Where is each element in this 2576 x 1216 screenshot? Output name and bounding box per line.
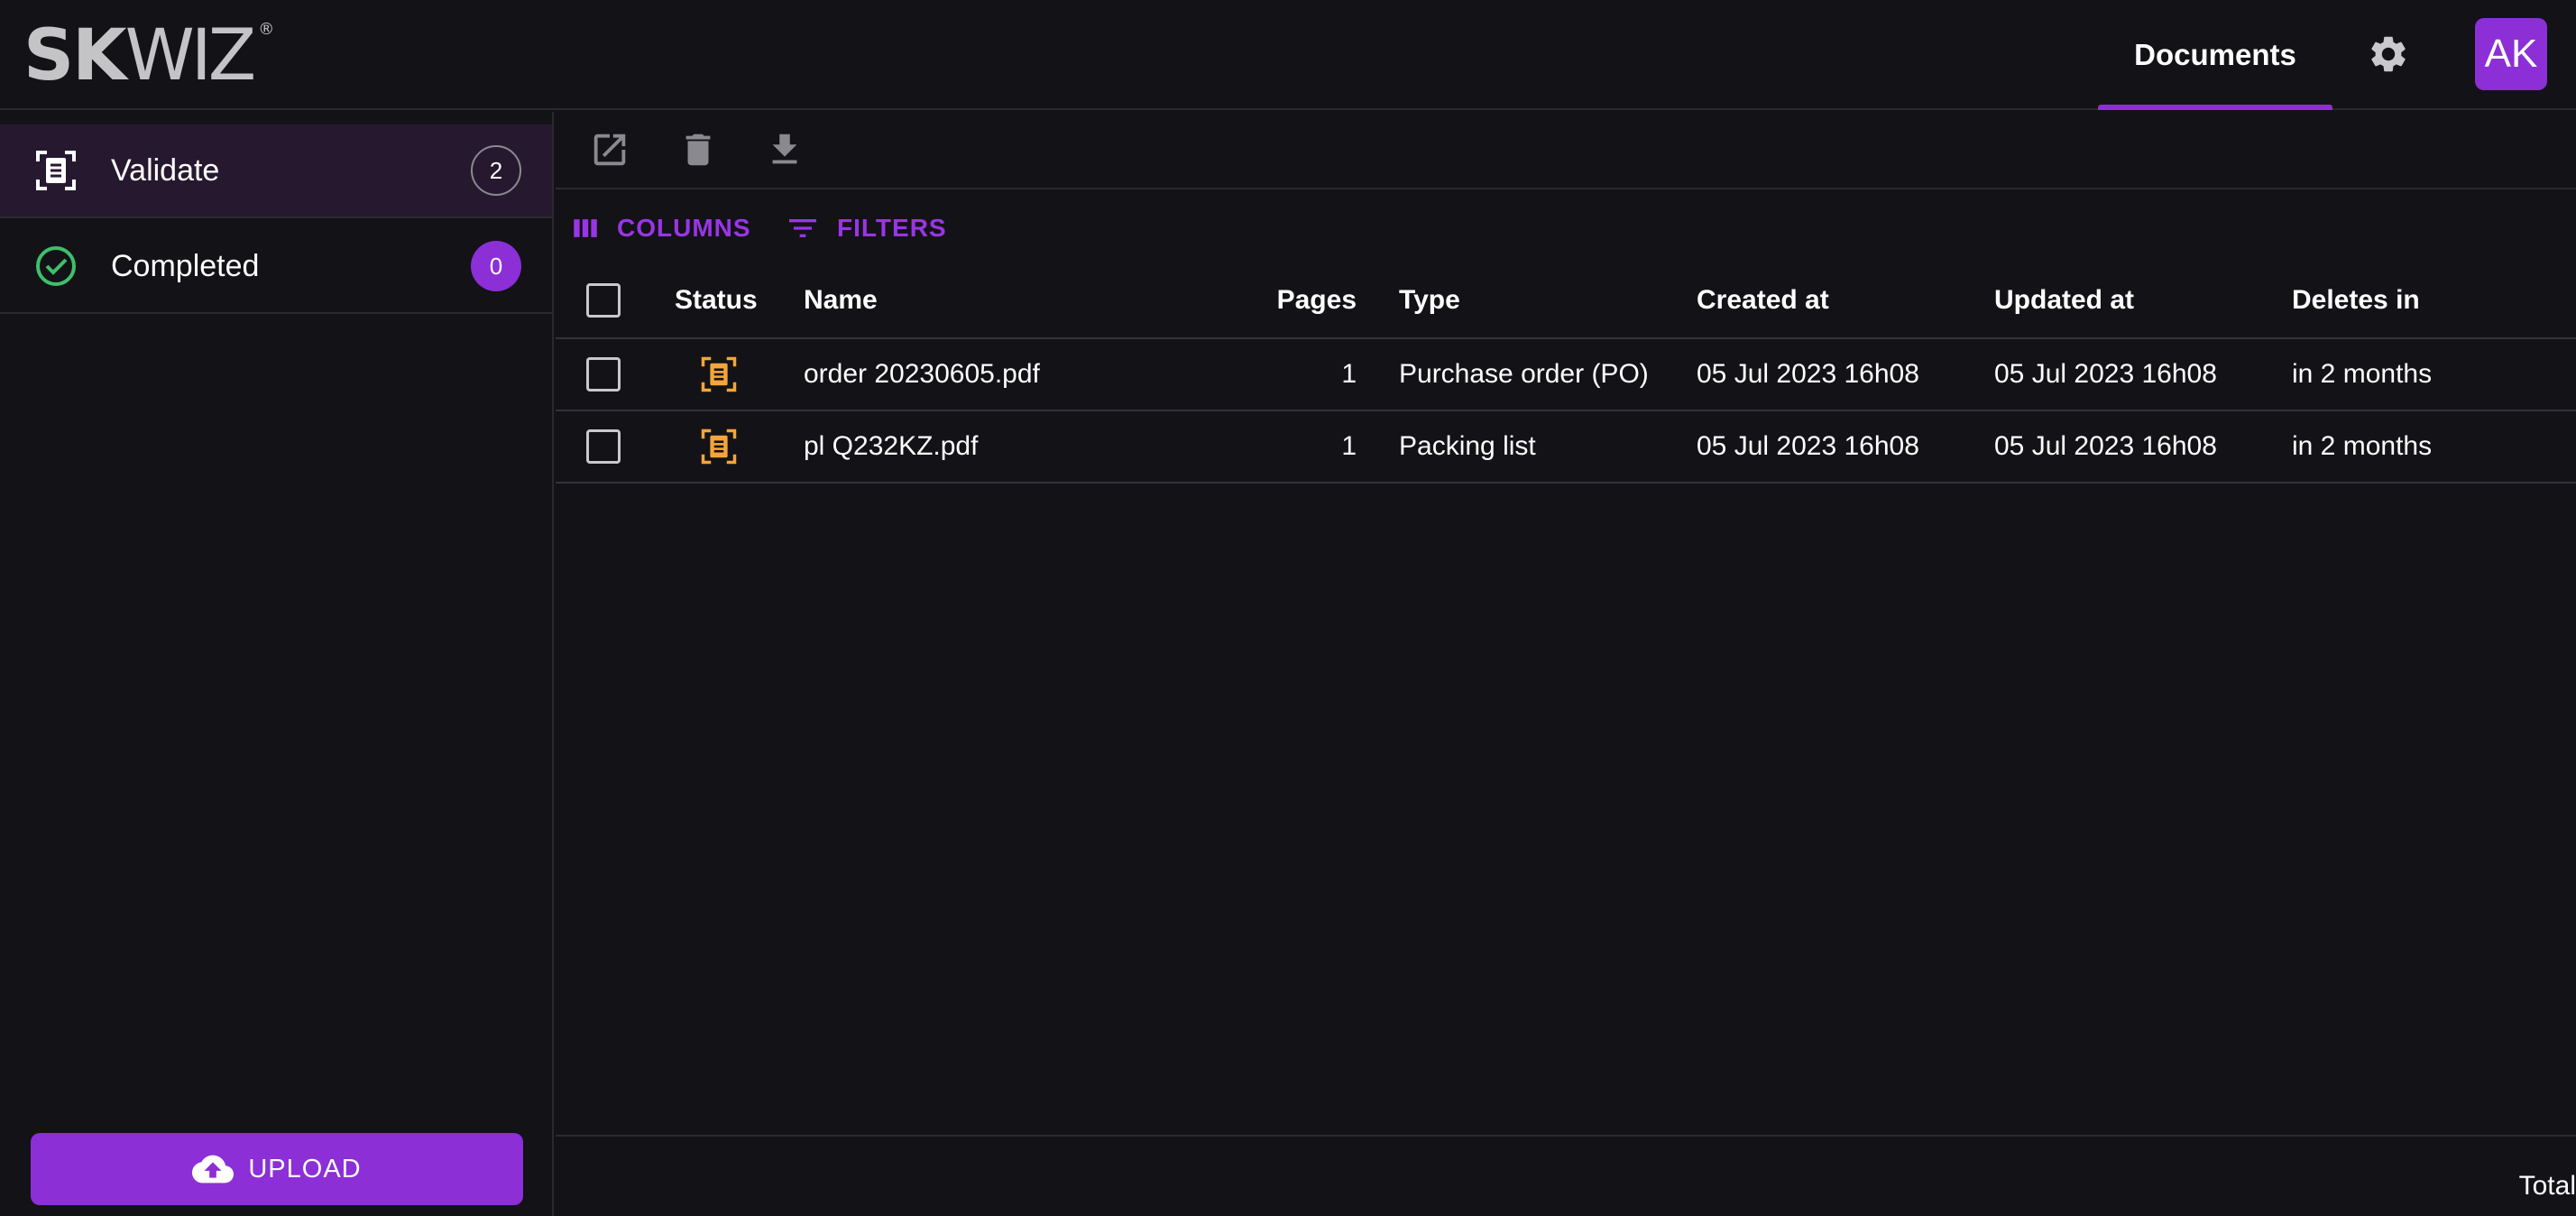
status-cell — [700, 339, 738, 410]
sidebar-item-validate[interactable]: Validate 2 — [0, 124, 552, 218]
table-row[interactable]: order 20230605.pdf 1 Purchase order (PO)… — [556, 339, 2576, 411]
table-header-row: Status Name Pages Type Created at Update… — [556, 263, 2576, 339]
columns-button[interactable]: COLUMNS — [570, 206, 751, 251]
column-header-type[interactable]: Type — [1399, 263, 1460, 337]
count-badge: 2 — [471, 145, 521, 196]
sidebar-item-completed[interactable]: Completed 0 — [0, 220, 552, 314]
select-all-checkbox[interactable] — [586, 283, 621, 318]
pages-cell: 1 — [1341, 359, 1357, 389]
view-column-icon — [574, 219, 597, 237]
filters-button-label: FILTERS — [837, 214, 947, 242]
cloud-upload-icon — [192, 1155, 235, 1184]
type-cell: Packing list — [1399, 431, 1536, 461]
logo-text-light: WIZ — [124, 15, 257, 97]
settings-button[interactable] — [2361, 27, 2415, 81]
action-toolbar — [556, 112, 2576, 189]
select-all-cell — [586, 263, 621, 337]
columns-button-label: COLUMNS — [617, 214, 751, 242]
open-button[interactable] — [584, 124, 635, 175]
delete-button[interactable] — [673, 124, 723, 175]
status-cell — [700, 411, 738, 482]
upload-button-label: UPLOAD — [248, 1154, 362, 1184]
name-cell: pl Q232KZ.pdf — [804, 431, 979, 461]
active-tab-indicator — [2098, 105, 2332, 110]
document-scan-icon — [32, 147, 79, 194]
row-checkbox[interactable] — [586, 429, 621, 464]
nav-tab-documents[interactable]: Documents — [2098, 0, 2332, 110]
updated-at-cell: 05 Jul 2023 16h08 — [1994, 431, 2217, 461]
grid-toolbar: COLUMNS FILTERS — [556, 198, 2576, 258]
deletes-in-cell: in 2 months — [2292, 359, 2433, 389]
column-header-deletes-in[interactable]: Deletes in — [2292, 263, 2420, 337]
download-icon — [772, 134, 797, 164]
column-header-created-at[interactable]: Created at — [1697, 263, 1829, 337]
type-cell: Purchase order (PO) — [1399, 359, 1649, 389]
table-footer: Total — [556, 1135, 2576, 1216]
table-row[interactable]: pl Q232KZ.pdf 1 Packing list 05 Jul 2023… — [556, 411, 2576, 484]
avatar[interactable]: AK — [2475, 18, 2547, 90]
top-bar: SK WIZ ® Documents AK — [0, 0, 2576, 110]
sidebar-item-label: Validate — [111, 152, 220, 188]
pending-validation-icon — [701, 428, 737, 465]
column-header-updated-at[interactable]: Updated at — [1994, 263, 2134, 337]
pending-validation-icon — [701, 356, 737, 392]
sidebar-item-label: Completed — [111, 248, 260, 283]
row-select-cell — [586, 339, 621, 410]
name-cell: order 20230605.pdf — [804, 359, 1040, 389]
avatar-initials: AK — [2484, 32, 2538, 76]
main-content: COLUMNS FILTERS Status Name Pages Type C… — [556, 112, 2576, 1216]
nav-tab-label: Documents — [2134, 38, 2296, 71]
check-circle-icon — [32, 243, 79, 290]
filter-list-icon — [789, 219, 816, 237]
upload-button[interactable]: UPLOAD — [31, 1133, 523, 1205]
delete-icon — [685, 134, 711, 166]
app-logo[interactable]: SK WIZ ® — [23, 20, 274, 92]
created-at-cell: 05 Jul 2023 16h08 — [1697, 359, 1919, 389]
pages-cell: 1 — [1341, 431, 1357, 461]
download-button[interactable] — [759, 124, 810, 175]
logo-registered-mark: ® — [258, 20, 275, 39]
total-label: Total — [2518, 1171, 2576, 1201]
sidebar: Validate 2 Completed 0 UPLOAD — [0, 112, 554, 1216]
column-header-status[interactable]: Status — [675, 263, 758, 337]
deletes-in-cell: in 2 months — [2292, 431, 2433, 461]
created-at-cell: 05 Jul 2023 16h08 — [1697, 431, 1919, 461]
updated-at-cell: 05 Jul 2023 16h08 — [1994, 359, 2217, 389]
column-header-name[interactable]: Name — [804, 263, 878, 337]
gear-icon — [2371, 36, 2406, 72]
documents-table: Status Name Pages Type Created at Update… — [556, 263, 2576, 484]
column-header-pages[interactable]: Pages — [1155, 263, 1357, 337]
row-checkbox[interactable] — [586, 357, 621, 392]
row-select-cell — [586, 411, 621, 482]
count-badge: 0 — [471, 241, 521, 291]
logo-text-bold: SK — [23, 15, 127, 97]
open-in-new-icon — [593, 134, 626, 166]
filters-button[interactable]: FILTERS — [785, 206, 947, 251]
